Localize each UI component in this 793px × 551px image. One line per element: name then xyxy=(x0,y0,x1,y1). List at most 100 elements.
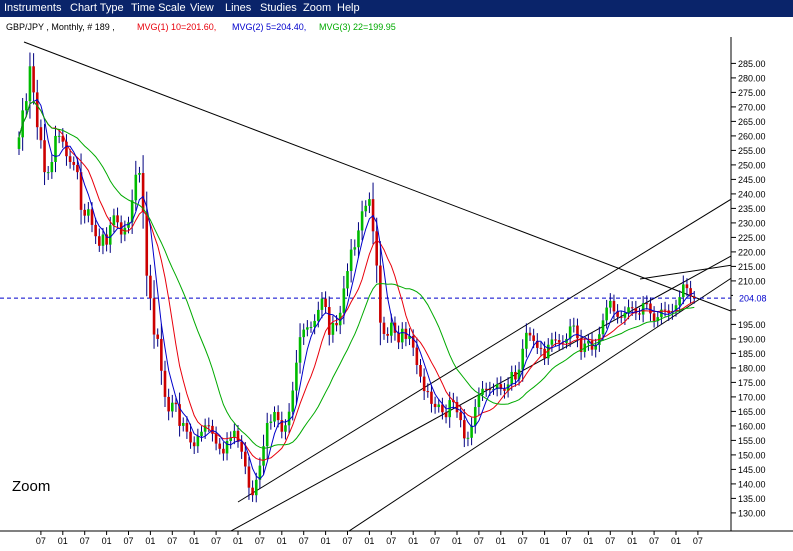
candle-body xyxy=(265,423,269,447)
y-tick-label: 255.00 xyxy=(738,146,766,156)
x-tick-label: 07 xyxy=(299,536,309,546)
candle-body xyxy=(39,127,43,141)
y-tick-label: 165.00 xyxy=(738,407,766,417)
candle-body xyxy=(196,436,200,447)
menu-instruments[interactable]: Instruments xyxy=(4,2,61,14)
y-tick-label: 170.00 xyxy=(738,392,766,402)
candle-body xyxy=(171,402,174,412)
candle-body xyxy=(649,303,652,314)
candle-body xyxy=(550,339,554,345)
x-tick-label: 01 xyxy=(583,536,593,546)
y-tick-label: 145.00 xyxy=(738,465,766,475)
y-tick-label: 215.00 xyxy=(738,262,766,272)
candle-body xyxy=(276,411,280,421)
candle-body xyxy=(317,309,320,321)
y-axis: 130.00 135.00 140.00 145.00 150.00 155.00 160.… xyxy=(731,59,790,518)
menu-view[interactable]: View xyxy=(190,2,214,14)
y-tick-label: 150.00 xyxy=(738,450,766,460)
candle-body xyxy=(222,448,225,454)
candle-body xyxy=(35,92,39,128)
y-tick-label: 250.00 xyxy=(738,160,766,170)
candle-body xyxy=(572,325,576,327)
candle-body xyxy=(601,320,605,335)
mvg2-label: MVG(2) 5=204.40, xyxy=(232,22,306,32)
candle-body xyxy=(627,307,630,314)
moving-averages xyxy=(18,98,695,480)
x-tick-label: 01 xyxy=(452,536,462,546)
candle-body xyxy=(477,394,481,408)
candle-body xyxy=(342,288,346,313)
candle-body xyxy=(400,328,404,343)
x-tick-label: 01 xyxy=(496,536,506,546)
candle-body xyxy=(357,230,360,248)
candle-body xyxy=(192,442,196,447)
x-tick-label: 01 xyxy=(189,536,199,546)
y-tick-label: 190.00 xyxy=(738,334,766,344)
y-tick-label: 180.00 xyxy=(738,363,766,373)
candle-body xyxy=(638,313,641,315)
candle-body xyxy=(386,333,389,336)
menu-lines[interactable]: Lines xyxy=(225,2,251,14)
x-tick-label: 07 xyxy=(474,536,484,546)
mvg3-line xyxy=(18,100,695,449)
candle-body xyxy=(335,322,338,326)
x-tick-label: 07 xyxy=(36,536,46,546)
candlestick-chart: GBP/JPY , Monthly, # 189 , MVG(1) 10=201… xyxy=(0,22,793,551)
y-tick-label: 185.00 xyxy=(738,349,766,359)
candle-body xyxy=(236,430,240,442)
candle-body xyxy=(463,420,466,439)
menu-zoom[interactable]: Zoom xyxy=(303,2,331,14)
candle-body xyxy=(437,404,441,408)
candle-body xyxy=(368,199,371,206)
candle-body xyxy=(484,388,488,390)
chart-area: GBP/JPY , Monthly, # 189 , MVG(1) 10=201… xyxy=(0,17,793,551)
candle-body xyxy=(298,337,302,363)
y-tick-label: 220.00 xyxy=(738,247,766,257)
candle-body xyxy=(302,329,305,338)
candle-body xyxy=(152,298,156,335)
candle-body xyxy=(382,322,386,334)
candle-body xyxy=(141,173,145,213)
menu-chart-type[interactable]: Chart Type xyxy=(70,2,124,14)
candle-body xyxy=(481,388,484,395)
x-tick-label: 07 xyxy=(255,536,265,546)
candle-body xyxy=(466,437,470,439)
candle-body xyxy=(284,425,287,432)
y-tick-label: 280.00 xyxy=(738,73,766,83)
candle-body xyxy=(163,370,167,397)
candle-body xyxy=(244,451,247,467)
candle-body xyxy=(25,101,28,111)
candles xyxy=(17,52,696,503)
candle-body xyxy=(375,231,378,266)
candle-body xyxy=(46,172,50,174)
x-tick-label: 01 xyxy=(408,536,418,546)
candle-body xyxy=(422,376,426,392)
candle-body xyxy=(309,327,313,329)
y-tick-label: 240.00 xyxy=(738,189,766,199)
candle-body xyxy=(57,135,61,137)
candle-body xyxy=(397,332,400,343)
trendline xyxy=(229,255,731,531)
candle-body xyxy=(79,172,83,210)
candle-body xyxy=(419,365,422,377)
candle-body xyxy=(619,316,623,318)
candle-body xyxy=(254,479,258,496)
candle-body xyxy=(379,265,382,323)
menu-time-scale[interactable]: Time Scale xyxy=(131,2,186,14)
menu-studies[interactable]: Studies xyxy=(260,2,297,14)
candle-body xyxy=(528,332,532,336)
candle-body xyxy=(145,212,149,276)
candle-body xyxy=(360,211,364,231)
x-tick-label: 07 xyxy=(342,536,352,546)
candle-body xyxy=(521,348,524,370)
candle-body xyxy=(112,215,116,226)
menu-help[interactable]: Help xyxy=(337,2,360,14)
y-tick-label: 230.00 xyxy=(738,218,766,228)
y-tick-label: 245.00 xyxy=(738,175,766,185)
candle-body xyxy=(233,430,236,438)
candle-body xyxy=(433,403,437,408)
x-tick-label: 07 xyxy=(167,536,177,546)
candle-body xyxy=(623,313,627,318)
candle-body xyxy=(90,209,94,225)
candle-body xyxy=(510,371,514,385)
